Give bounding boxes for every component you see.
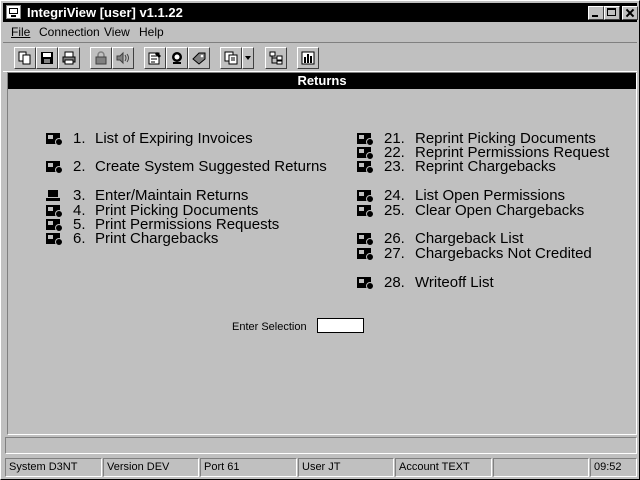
status-blank [493,458,589,477]
status-port: Port 61 [200,458,297,477]
report-icon [357,147,374,160]
report-icon [46,133,63,146]
copy-button[interactable] [14,47,36,69]
report-icon [357,190,374,203]
menu-option-28[interactable]: 28. Writeoff List [357,275,636,291]
status-account: Account TEXT [395,458,492,477]
chart-button[interactable] [297,47,319,69]
menu-connection-label: Connection [39,25,100,39]
status-user: User JT [298,458,394,477]
save-icon [41,52,53,64]
menu-option-label: Create System Suggested Returns [95,158,327,175]
menu-option-23[interactable]: 23. Reprint Chargebacks [357,159,636,175]
menu-option-number: 23. [384,158,405,175]
minimize-button[interactable] [588,6,604,20]
tag-icon [192,52,206,65]
lock-icon [95,51,107,65]
menu-option-number: 6. [73,230,86,247]
menu-connection[interactable]: Connection [39,25,100,39]
window-title: IntegriView [user] v1.1.22 [27,5,183,20]
print-icon [62,51,76,65]
window-dropdown-button[interactable] [242,47,254,69]
status-system: System D3NT [5,458,102,477]
enter-selection-label: Enter Selection [232,321,307,333]
returns-panel: Returns 1. List of Expiring Invoices 2. … [7,72,637,435]
save-button[interactable] [36,47,58,69]
menu-option-label: Print Chargebacks [95,230,219,247]
monitor-icon [172,52,182,64]
report-icon [357,233,374,246]
menu-option-label: Writeoff List [415,274,494,291]
report-icon [357,205,374,218]
menu-option-label: Clear Open Chargebacks [415,202,585,219]
properties-button[interactable] [144,47,166,69]
report-icon [46,233,63,246]
menu-view-label: View [104,25,130,39]
menu-bar: File Connection View Help [3,23,637,41]
window-button[interactable] [220,47,242,69]
menu-file[interactable]: File [11,25,30,39]
report-icon [357,133,374,146]
tree-button[interactable] [265,47,287,69]
report-icon [357,248,374,261]
application-window: IntegriView [user] v1.1.22 File Connecti… [0,0,640,480]
selection-input[interactable] [317,318,364,333]
close-button[interactable] [622,6,638,20]
tree-icon [269,51,283,65]
maximize-button[interactable] [604,6,620,20]
menu-option-number: 2. [73,158,86,175]
menu-help[interactable]: Help [139,25,164,39]
menu-option-1[interactable]: 1. List of Expiring Invoices [46,131,346,147]
report-icon [357,277,374,290]
print-button[interactable] [58,47,80,69]
menu-option-2[interactable]: 2. Create System Suggested Returns [46,159,356,175]
toolbar [3,42,637,72]
title-bar: IntegriView [user] v1.1.22 [3,3,638,22]
audio-button[interactable] [112,47,134,69]
copy-icon [18,51,31,65]
tag-button[interactable] [188,47,210,69]
dropdown-arrow-icon [245,56,251,60]
menu-option-label: List of Expiring Invoices [95,130,253,147]
menu-file-label: File [11,25,31,39]
audio-icon [116,51,129,65]
message-bar [5,437,637,454]
monitor-button[interactable] [166,47,188,69]
menu-option-number: 28. [384,274,405,291]
menu-option-25[interactable]: 25. Clear Open Chargebacks [357,203,636,219]
menu-option-6[interactable]: 6. Print Chargebacks [46,231,346,247]
report-icon [46,161,63,174]
menu-option-number: 27. [384,245,405,262]
app-monitor-icon[interactable] [6,5,21,19]
window-icon [224,51,238,65]
chart-icon [301,51,315,65]
menu-option-number: 1. [73,130,86,147]
status-bar: System D3NT Version DEV Port 61 User JT … [5,457,637,478]
menu-option-27[interactable]: 27. Chargebacks Not Credited [357,246,636,262]
report-icon [46,219,63,232]
menu-help-label: Help [139,25,164,39]
report-icon [357,161,374,174]
lock-button[interactable] [90,47,112,69]
menu-view[interactable]: View [104,25,130,39]
properties-icon [148,52,161,65]
menu-option-number: 25. [384,202,405,219]
screen-title: Returns [8,73,636,89]
computer-icon [46,190,60,201]
report-icon [46,205,63,218]
menu-option-label: Chargebacks Not Credited [415,245,592,262]
menu-option-label: Reprint Chargebacks [415,158,556,175]
status-clock: 09:52 [590,458,637,477]
status-version: Version DEV [103,458,199,477]
